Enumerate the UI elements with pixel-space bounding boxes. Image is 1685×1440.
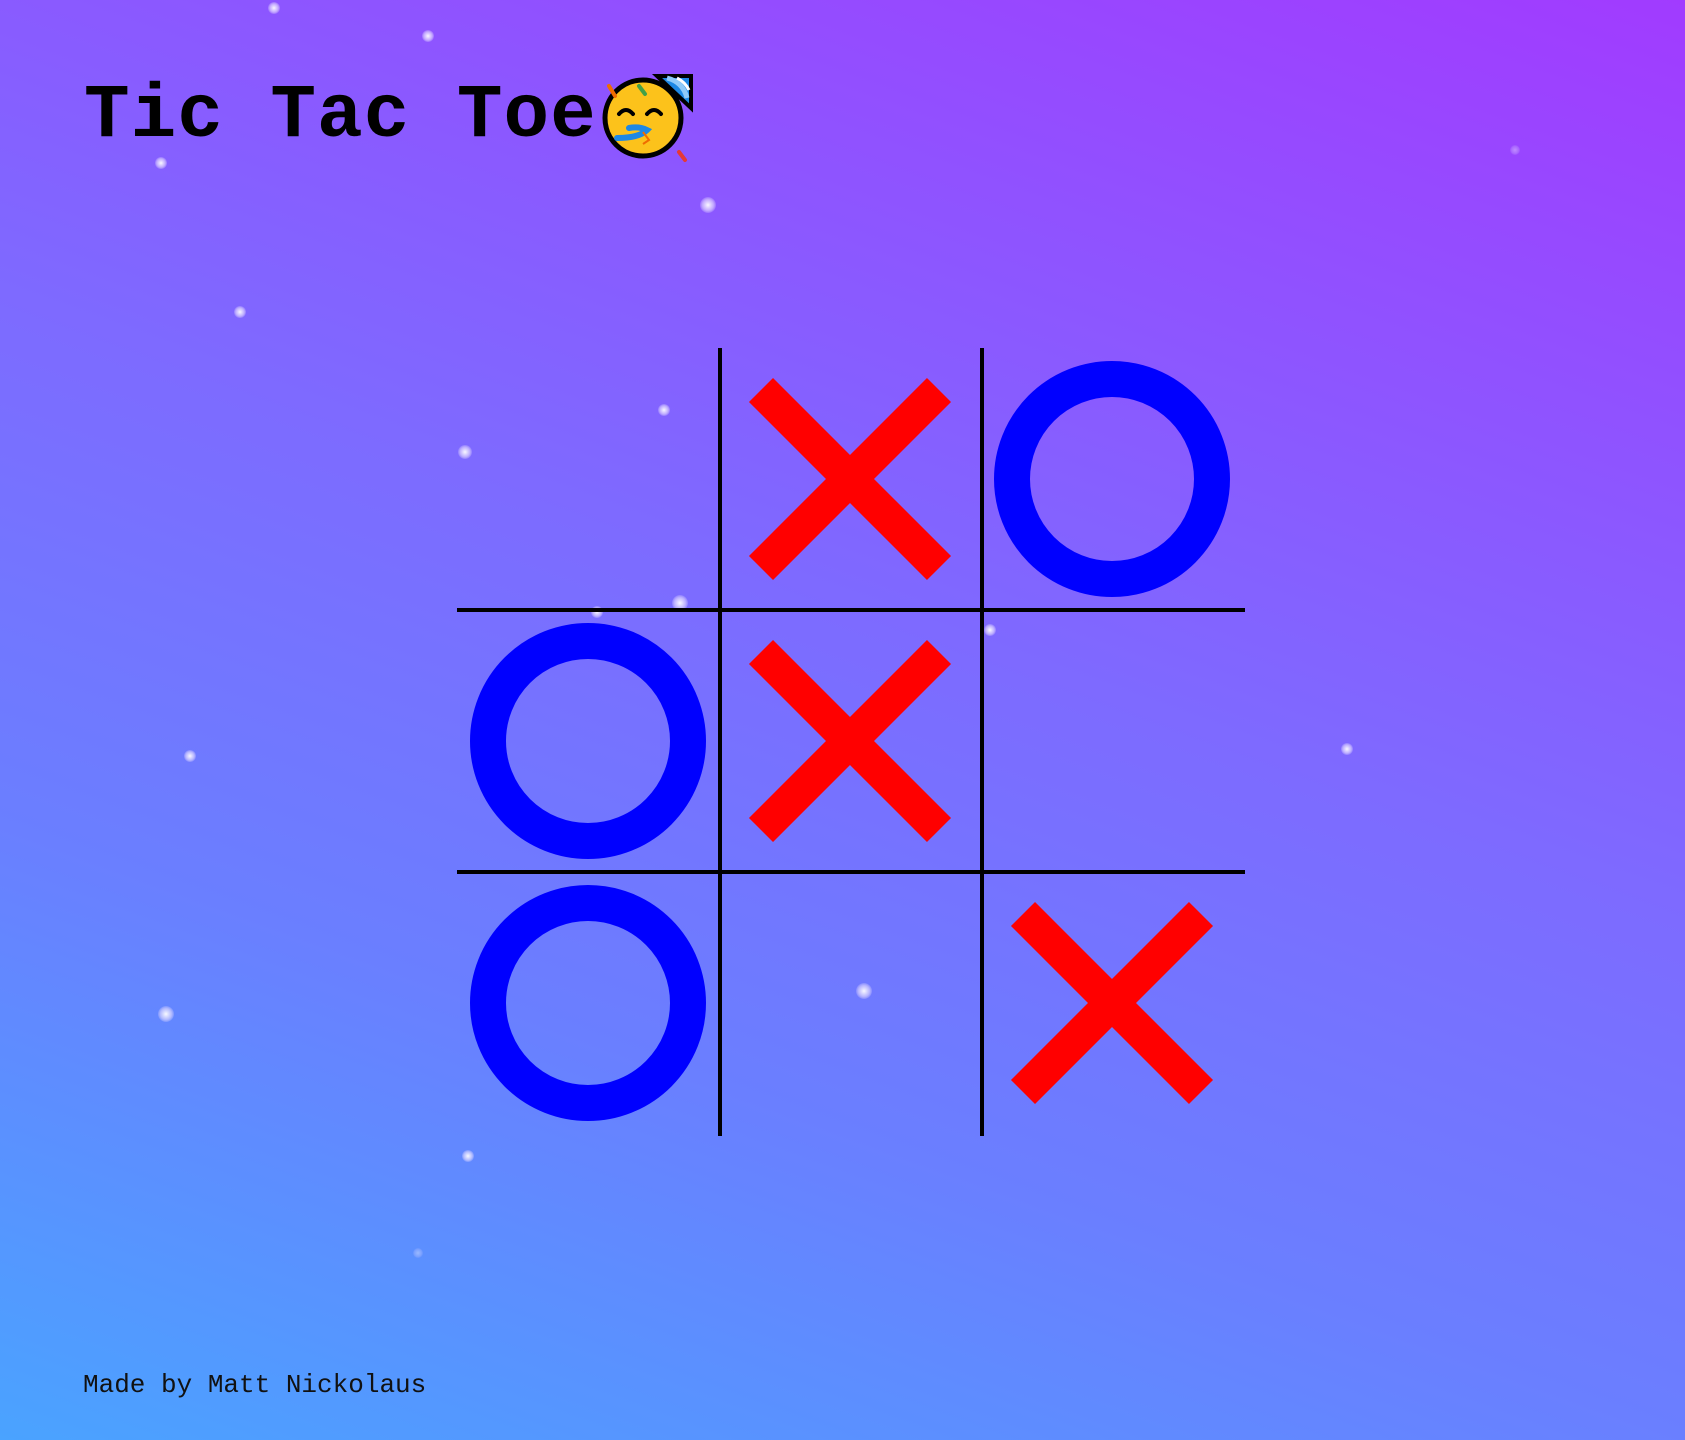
board-cell-3-1[interactable]: O	[457, 872, 719, 1134]
game-board: XOOXOX	[457, 348, 1245, 1136]
board-cell-1-2[interactable]: X	[719, 348, 981, 610]
x-mark	[1010, 901, 1214, 1105]
sparkle	[1510, 145, 1520, 155]
sparkle	[413, 1248, 423, 1258]
board-cell-1-3[interactable]: O	[981, 348, 1243, 610]
board-cell-3-2[interactable]	[719, 872, 981, 1134]
o-mark	[470, 885, 706, 1121]
sparkle	[422, 30, 434, 42]
board-cell-2-1[interactable]: O	[457, 610, 719, 872]
sparkle	[234, 306, 246, 318]
o-ring	[470, 885, 706, 1121]
sparkle	[700, 197, 716, 213]
sparkle	[268, 2, 280, 14]
sparkle	[158, 1006, 174, 1022]
partying-face-icon	[599, 68, 695, 164]
o-mark	[470, 623, 706, 859]
x-mark	[748, 377, 952, 581]
o-ring	[994, 361, 1230, 597]
sparkle	[462, 1150, 474, 1162]
board-cell-1-1[interactable]	[457, 348, 719, 610]
o-mark	[994, 361, 1230, 597]
x-mark	[748, 639, 952, 843]
sparkle	[184, 750, 196, 762]
board-cell-3-3[interactable]: X	[981, 872, 1243, 1134]
footer-credit: Made by Matt Nickolaus	[83, 1370, 427, 1400]
sparkle	[1341, 743, 1353, 755]
title-bar: Tic Tac Toe	[84, 66, 695, 166]
page-title: Tic Tac Toe	[84, 73, 597, 159]
board-cell-2-3[interactable]	[981, 610, 1243, 872]
board-cell-2-2[interactable]: X	[719, 610, 981, 872]
o-ring	[470, 623, 706, 859]
